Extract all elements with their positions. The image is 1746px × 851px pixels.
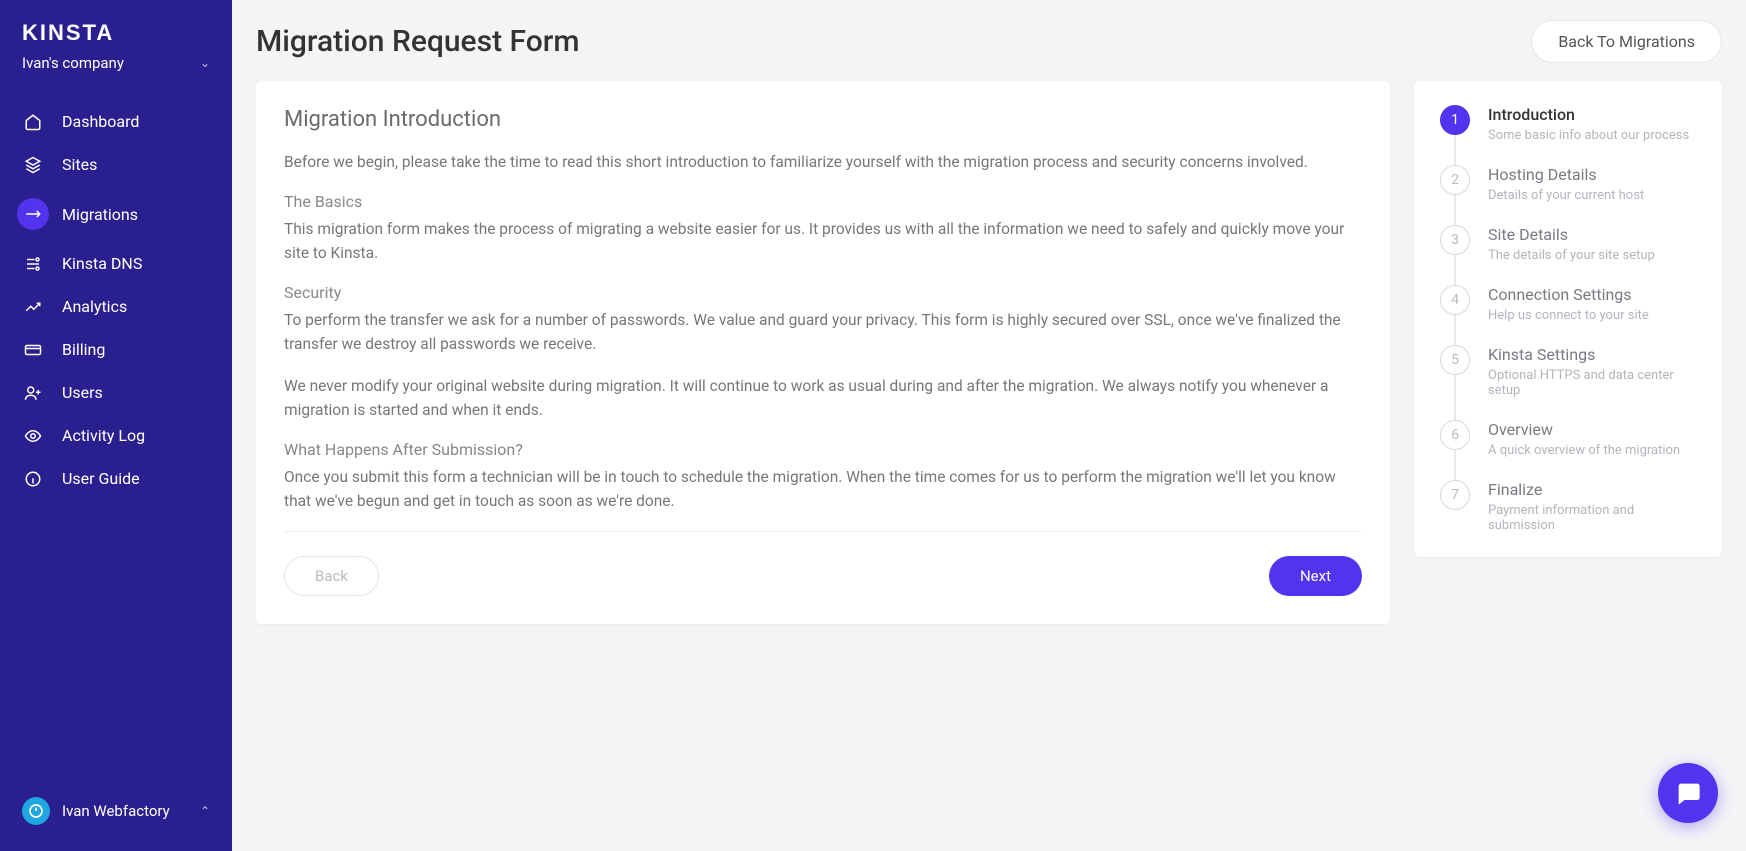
section-security-title: Security (284, 283, 1362, 302)
step-4[interactable]: 4 Connection Settings Help us connect to… (1440, 285, 1696, 345)
sidebar-item-label: Activity Log (62, 426, 145, 445)
intro-lead: Before we begin, please take the time to… (284, 150, 1362, 174)
step-desc: Payment information and submission (1488, 503, 1696, 533)
step-7[interactable]: 7 Finalize Payment information and submi… (1440, 480, 1696, 533)
step-desc: The details of your site setup (1488, 248, 1655, 263)
billing-icon (22, 341, 44, 359)
step-desc: Optional HTTPS and data center setup (1488, 368, 1696, 398)
section-basics-body: This migration form makes the process of… (284, 217, 1362, 265)
step-desc: A quick overview of the migration (1488, 443, 1680, 458)
step-label: Site Details (1488, 225, 1655, 244)
step-number: 6 (1440, 420, 1470, 450)
back-to-migrations-button[interactable]: Back To Migrations (1531, 20, 1722, 63)
step-number: 5 (1440, 345, 1470, 375)
intro-title: Migration Introduction (284, 107, 1362, 132)
step-label: Overview (1488, 420, 1680, 439)
sidebar: KINSTA Ivan's company ⌄ Dashboard Sites Mi… (0, 0, 232, 851)
company-switcher[interactable]: Ivan's company ⌄ (0, 54, 232, 94)
sidebar-item-label: Kinsta DNS (62, 254, 142, 273)
eye-icon (22, 427, 44, 445)
divider (284, 531, 1362, 532)
sidebar-item-kinsta-dns[interactable]: Kinsta DNS (0, 242, 232, 285)
step-label: Hosting Details (1488, 165, 1644, 184)
step-number: 7 (1440, 480, 1470, 510)
step-label: Introduction (1488, 105, 1689, 124)
step-6[interactable]: 6 Overview A quick overview of the migra… (1440, 420, 1696, 480)
user-name: Ivan Webfactory (62, 802, 170, 820)
user-menu[interactable]: Ivan Webfactory ⌃ (0, 781, 232, 851)
chevron-down-icon: ⌄ (200, 56, 210, 70)
users-icon (22, 384, 44, 402)
sidebar-item-label: Analytics (62, 297, 127, 316)
step-number: 1 (1440, 105, 1470, 135)
section-basics-title: The Basics (284, 192, 1362, 211)
step-number: 3 (1440, 225, 1470, 255)
sidebar-item-billing[interactable]: Billing (0, 328, 232, 371)
step-number: 2 (1440, 165, 1470, 195)
avatar (22, 797, 50, 825)
step-3[interactable]: 3 Site Details The details of your site … (1440, 225, 1696, 285)
sidebar-item-analytics[interactable]: Analytics (0, 285, 232, 328)
next-button[interactable]: Next (1269, 556, 1362, 596)
page-header: Migration Request Form Back To Migration… (256, 20, 1722, 63)
step-desc: Some basic info about our process (1488, 128, 1689, 143)
home-icon (22, 113, 44, 131)
section-after-title: What Happens After Submission? (284, 440, 1362, 459)
sidebar-item-label: Dashboard (62, 112, 139, 131)
step-label: Finalize (1488, 480, 1696, 499)
chevron-up-icon: ⌃ (200, 804, 210, 818)
back-button[interactable]: Back (284, 556, 379, 596)
intro-card: Migration Introduction Before we begin, … (256, 81, 1390, 624)
chat-button[interactable] (1658, 763, 1718, 823)
sidebar-item-label: Sites (62, 155, 97, 174)
step-label: Kinsta Settings (1488, 345, 1696, 364)
sidebar-item-users[interactable]: Users (0, 371, 232, 414)
step-desc: Help us connect to your site (1488, 308, 1649, 323)
step-number: 4 (1440, 285, 1470, 315)
step-1[interactable]: 1 Introduction Some basic info about our… (1440, 105, 1696, 165)
step-label: Connection Settings (1488, 285, 1649, 304)
steps-panel: 1 Introduction Some basic info about our… (1414, 81, 1722, 557)
brand-logo: KINSTA (0, 0, 232, 54)
sidebar-item-label: Users (62, 383, 103, 402)
company-name: Ivan's company (22, 54, 124, 72)
sidebar-item-label: Billing (62, 340, 105, 359)
step-2[interactable]: 2 Hosting Details Details of your curren… (1440, 165, 1696, 225)
sidebar-item-sites[interactable]: Sites (0, 143, 232, 186)
step-desc: Details of your current host (1488, 188, 1644, 203)
dns-icon (22, 255, 44, 273)
info-icon (22, 470, 44, 488)
sidebar-item-user-guide[interactable]: User Guide (0, 457, 232, 500)
stack-icon (22, 156, 44, 174)
sidebar-nav: Dashboard Sites Migrations Kinsta DNS Analyt… (0, 94, 232, 781)
migration-icon (17, 198, 49, 230)
section-security-body1: To perform the transfer we ask for a num… (284, 308, 1362, 356)
page-title: Migration Request Form (256, 24, 580, 59)
section-security-body2: We never modify your original website du… (284, 374, 1362, 422)
sidebar-item-label: Migrations (62, 205, 138, 224)
sidebar-item-activity-log[interactable]: Activity Log (0, 414, 232, 457)
step-5[interactable]: 5 Kinsta Settings Optional HTTPS and dat… (1440, 345, 1696, 420)
sidebar-item-dashboard[interactable]: Dashboard (0, 100, 232, 143)
section-after-body: Once you submit this form a technician w… (284, 465, 1362, 513)
analytics-icon (22, 298, 44, 316)
sidebar-item-label: User Guide (62, 469, 140, 488)
chat-icon (1674, 779, 1702, 807)
sidebar-item-migrations[interactable]: Migrations (0, 186, 232, 242)
